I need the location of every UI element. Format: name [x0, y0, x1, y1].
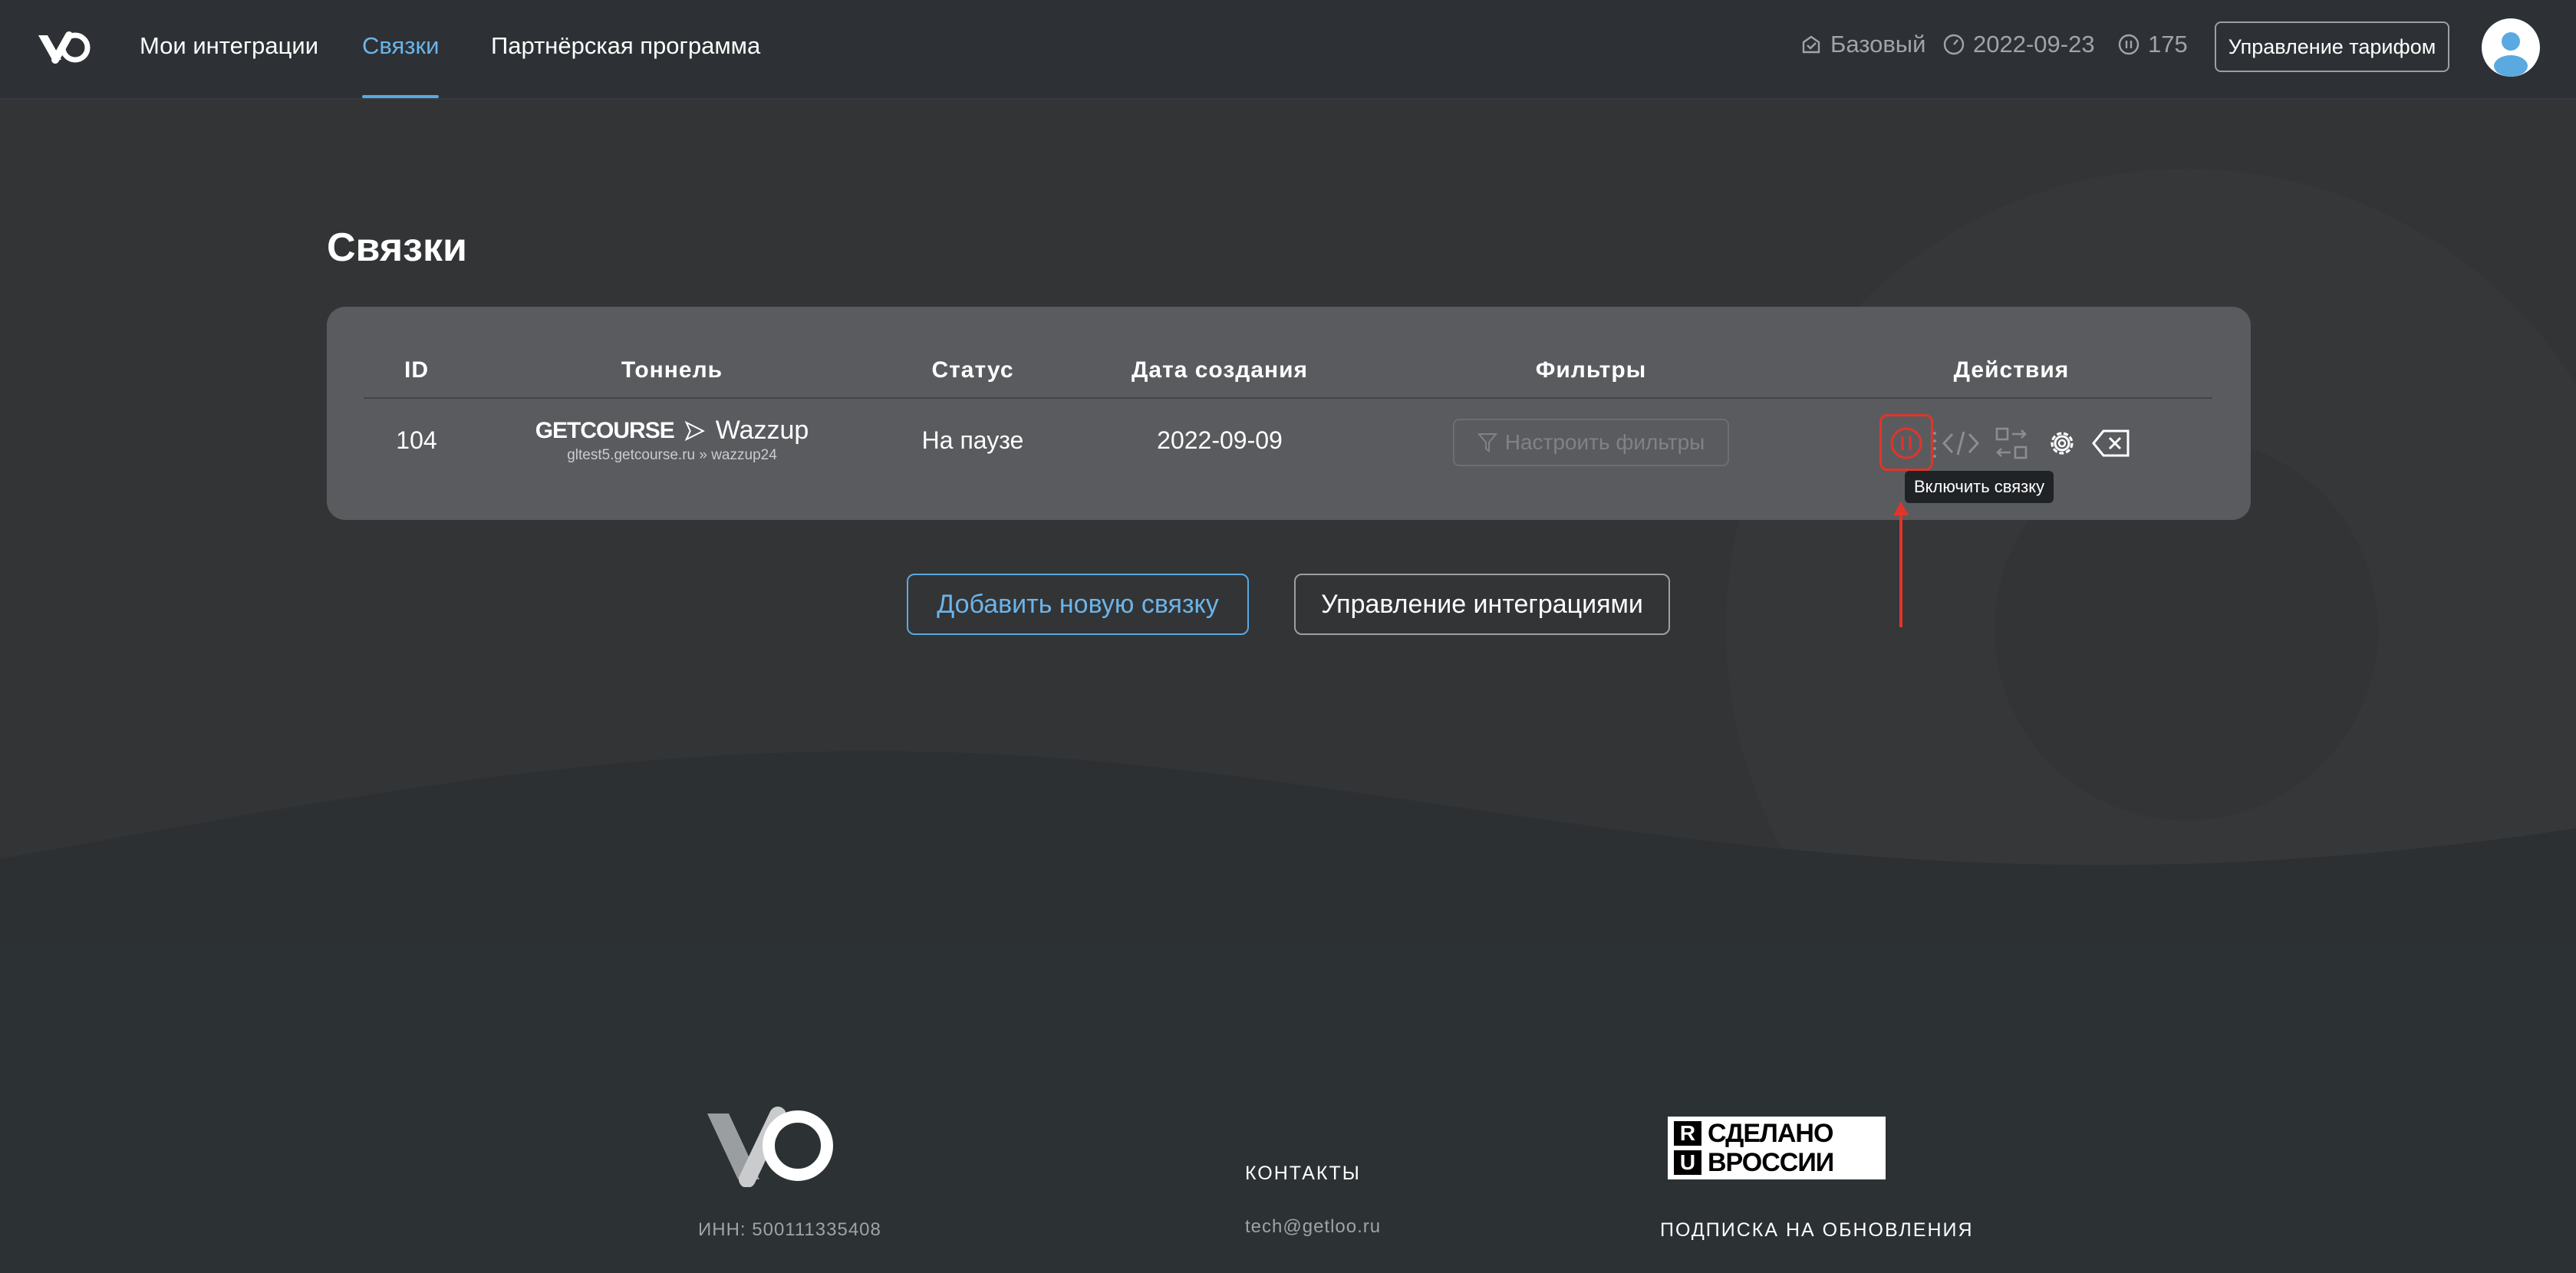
- row-id: 104: [396, 426, 437, 454]
- expiry-indicator: 2022-09-23: [1942, 31, 2095, 58]
- badge-letter-r: R: [1674, 1121, 1701, 1146]
- tunnel-to-logo: Wazzup: [715, 416, 809, 445]
- active-nav-indicator: [362, 95, 439, 98]
- badge-letter-u: U: [1674, 1150, 1701, 1175]
- user-avatar-icon[interactable]: [2482, 18, 2540, 77]
- tunnel-from-logo: GETCOURSE: [535, 417, 675, 443]
- top-navigation-bar: Мои интеграции Связки Партнёрская програ…: [0, 0, 2576, 100]
- toggle-pause-button[interactable]: [1886, 423, 1926, 463]
- footer-contacts-heading: КОНТАКТЫ: [1245, 1163, 1361, 1184]
- row-tunnel: GETCOURSE Wazzup gltest5.getcourse.ru » …: [535, 416, 809, 464]
- pause-icon: [1890, 427, 1922, 459]
- backspace-delete-icon: [2092, 429, 2130, 457]
- row-status: На паузе: [921, 426, 1024, 454]
- add-link-button[interactable]: Добавить новую связку: [907, 574, 1249, 635]
- header-divider: [364, 397, 2212, 399]
- manage-plan-button[interactable]: Управление тарифом: [2215, 21, 2449, 72]
- gear-icon: [2051, 432, 2074, 455]
- expiry-date: 2022-09-23: [1973, 31, 2095, 58]
- footer-inn: ИНН: 500111335408: [698, 1219, 881, 1240]
- links-table: ID Тоннель Статус Дата создания Фильтры …: [327, 307, 2251, 520]
- manage-integrations-button[interactable]: Управление интеграциями: [1294, 574, 1670, 635]
- brand-logo-icon[interactable]: [35, 29, 94, 68]
- transfer-icon: [1995, 427, 2028, 459]
- made-in-russia-badge: R U СДЕЛАНО ВРОССИИ: [1668, 1117, 1886, 1179]
- plan-indicator: Базовый: [1800, 31, 1925, 58]
- col-header-created: Дата создания: [1131, 357, 1309, 383]
- page-title: Связки: [327, 225, 468, 270]
- nav-links[interactable]: Связки: [362, 32, 439, 60]
- drag-handle-icon: [1933, 432, 1936, 458]
- configure-filters-button[interactable]: Настроить фильтры: [1453, 419, 1729, 466]
- plan-name: Базовый: [1830, 31, 1926, 58]
- tunnel-subtitle: gltest5.getcourse.ru » wazzup24: [567, 447, 777, 463]
- mapping-button[interactable]: [1991, 423, 2031, 463]
- plan-box-icon: [1802, 35, 1820, 54]
- code-icon: [1942, 431, 1980, 456]
- footer-logo-icon[interactable]: [704, 1106, 835, 1191]
- balance-value: 175: [2148, 31, 2188, 58]
- col-header-filters: Фильтры: [1535, 357, 1647, 383]
- code-button[interactable]: [1941, 423, 1981, 463]
- col-header-actions: Действия: [1953, 357, 2070, 383]
- pause-coin-icon: [2118, 34, 2140, 55]
- footer-email-link[interactable]: tech@getloo.ru: [1245, 1216, 1381, 1238]
- footer-subscribe-heading: ПОДПИСКА НА ОБНОВЛЕНИЯ: [1660, 1219, 1974, 1241]
- col-header-tunnel: Тоннель: [621, 357, 723, 383]
- nav-partner-program[interactable]: Партнёрская программа: [491, 32, 760, 60]
- col-header-status: Статус: [931, 357, 1014, 383]
- col-header-id: ID: [404, 357, 429, 383]
- enable-link-tooltip: Включить связку: [1905, 471, 2054, 503]
- delete-button[interactable]: [2091, 423, 2131, 463]
- balance-indicator: 175: [2117, 31, 2188, 58]
- row-created-date: 2022-09-09: [1157, 426, 1283, 454]
- settings-button[interactable]: [2042, 423, 2082, 463]
- annotation-arrow-icon: [1893, 502, 1909, 627]
- send-arrow-icon: [684, 420, 705, 441]
- nav-my-integrations[interactable]: Мои интеграции: [140, 32, 318, 60]
- funnel-icon: [1477, 433, 1497, 452]
- clock-icon: [1943, 34, 1965, 55]
- badge-line-2: ВРОССИИ: [1708, 1148, 1834, 1177]
- configure-filters-label: Настроить фильтры: [1504, 430, 1705, 454]
- badge-line-1: СДЕЛАНО: [1708, 1119, 1833, 1148]
